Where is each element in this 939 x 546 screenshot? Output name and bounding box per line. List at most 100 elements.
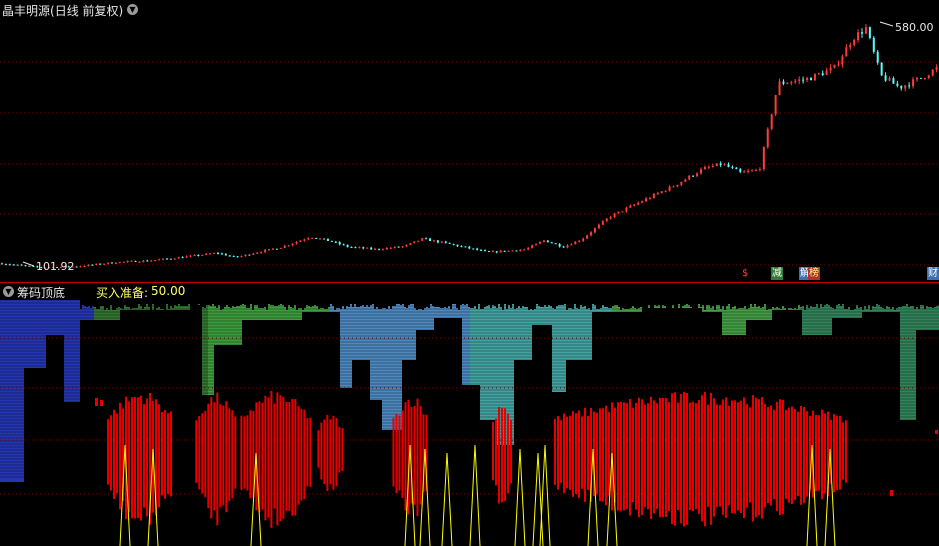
chevron-down-icon[interactable]: ▼ bbox=[127, 4, 138, 15]
candle-body bbox=[754, 169, 757, 171]
candle-body bbox=[283, 245, 286, 248]
candle-body bbox=[476, 248, 479, 251]
chip-bottom-bar bbox=[113, 409, 116, 500]
candle-body bbox=[79, 266, 82, 268]
buy-ready-line bbox=[469, 444, 481, 546]
chip-bottom-bar bbox=[845, 420, 848, 483]
reduction-marker[interactable]: 减 bbox=[771, 267, 783, 280]
candle-body bbox=[260, 252, 263, 254]
chip-bottom-bar bbox=[222, 405, 225, 506]
chip-bottom-bar bbox=[401, 410, 404, 498]
candle-body bbox=[146, 260, 149, 262]
candle-body bbox=[118, 261, 121, 263]
chip-column bbox=[578, 309, 580, 360]
candle-body bbox=[256, 252, 259, 254]
chip-bottom-bar bbox=[134, 396, 137, 519]
chip-bottom-bar bbox=[404, 402, 407, 511]
buy-ready-line bbox=[441, 452, 453, 546]
chip-bottom-bar bbox=[647, 403, 650, 510]
chip-bottom-bar bbox=[800, 405, 803, 505]
candle-body bbox=[389, 247, 392, 249]
candle-body bbox=[95, 263, 98, 265]
candle-body bbox=[841, 56, 844, 65]
chip-bottom-bar bbox=[752, 395, 755, 522]
chip-column bbox=[24, 300, 26, 368]
candle-body bbox=[279, 247, 282, 249]
chip-bottom-bar bbox=[653, 400, 656, 514]
candle-body bbox=[605, 218, 608, 222]
chip-bottom-bar bbox=[195, 420, 198, 483]
chip-column bbox=[850, 310, 852, 318]
dividend-marker[interactable]: $ bbox=[741, 267, 749, 280]
chip-bottom-bar bbox=[317, 430, 320, 468]
candle-body bbox=[350, 247, 353, 249]
chip-bottom-bar bbox=[806, 411, 809, 497]
candle-body bbox=[762, 147, 765, 170]
candle-body bbox=[778, 81, 781, 96]
chip-column bbox=[876, 304, 878, 312]
candle-body bbox=[232, 255, 235, 257]
chip-bottom-bar bbox=[740, 400, 743, 514]
chip-bottom-bar bbox=[279, 395, 282, 522]
chip-column bbox=[556, 306, 558, 392]
chart-period: (日线 前复权) bbox=[50, 4, 124, 18]
chip-bottom-bar bbox=[824, 413, 827, 494]
candle-body bbox=[287, 245, 290, 247]
candle-body bbox=[491, 251, 494, 253]
chip-bottom-bar bbox=[395, 413, 398, 493]
chip-bottom-bar bbox=[605, 405, 608, 506]
candle-body bbox=[319, 238, 322, 240]
chip-column bbox=[572, 309, 574, 360]
chip-bottom-bar bbox=[110, 415, 113, 491]
ranking-marker[interactable]: 榜 bbox=[808, 267, 820, 280]
chip-bottom-bar bbox=[131, 397, 134, 519]
chip-bottom-bar bbox=[662, 397, 665, 518]
finance-marker[interactable]: 财 bbox=[927, 267, 939, 280]
candle-body bbox=[853, 40, 856, 46]
candle-body bbox=[829, 67, 832, 71]
chip-bottom-bar bbox=[569, 415, 572, 490]
chip-column bbox=[44, 300, 46, 368]
chip-bottom-bar bbox=[617, 402, 620, 511]
candle-body bbox=[440, 241, 443, 243]
chip-bottom-bar bbox=[332, 415, 335, 490]
candle-body bbox=[794, 80, 797, 83]
candle-body bbox=[857, 32, 860, 41]
candle-body bbox=[751, 170, 754, 172]
chip-column bbox=[472, 308, 474, 385]
candle-body bbox=[495, 251, 498, 253]
chip-bottom-bar bbox=[755, 397, 758, 518]
candle-body bbox=[703, 167, 706, 170]
candle-body bbox=[28, 265, 31, 267]
chip-column bbox=[570, 308, 572, 360]
candle-body bbox=[806, 78, 809, 81]
chip-column bbox=[586, 309, 588, 360]
chip-column bbox=[846, 309, 848, 318]
candle-body bbox=[774, 95, 777, 115]
chip-bottom-bar bbox=[492, 421, 495, 481]
chip-bottom-bar bbox=[498, 406, 501, 504]
candle-body bbox=[672, 186, 675, 188]
candle-body bbox=[597, 224, 600, 229]
chip-bottom-bar bbox=[695, 403, 698, 510]
indicator-chevron-icon[interactable]: ▼ bbox=[3, 286, 14, 297]
candle-body bbox=[323, 238, 326, 240]
chip-column bbox=[36, 300, 38, 368]
chip-bottom-bar bbox=[510, 419, 513, 484]
candle-body bbox=[16, 264, 19, 266]
candle-body bbox=[731, 166, 734, 168]
chip-bottom-bar bbox=[701, 395, 704, 522]
candle-body bbox=[158, 259, 161, 261]
candle-body bbox=[432, 240, 435, 242]
chip-bottom-bar bbox=[680, 393, 683, 524]
buy-ready-label: 买入准备: bbox=[96, 286, 149, 300]
chip-bottom-bar bbox=[761, 396, 764, 519]
candle-body bbox=[370, 247, 373, 250]
chip-bottom-bar bbox=[100, 400, 103, 406]
candle-body bbox=[503, 250, 506, 252]
indicator-name: 筹码顶底 bbox=[17, 286, 66, 300]
chip-column bbox=[32, 300, 34, 368]
candle-body bbox=[817, 73, 820, 75]
chip-column bbox=[588, 308, 590, 360]
chip-column bbox=[28, 300, 30, 368]
